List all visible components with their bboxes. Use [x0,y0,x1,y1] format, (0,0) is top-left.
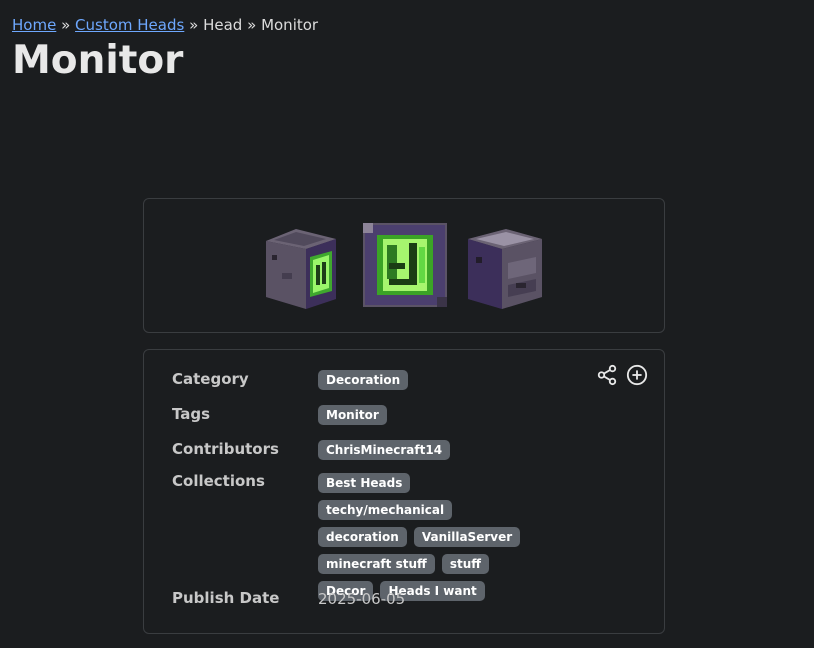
collections-value: Best Heads techy/mechanical decoration V… [318,471,528,606]
head-render-right [468,229,542,309]
publish-date-label: Publish Date [172,589,280,607]
breadcrumb-separator: » [247,16,257,34]
breadcrumb-home-link[interactable]: Home [12,16,56,34]
collection-badge[interactable]: techy/mechanical [318,500,453,520]
collection-badge[interactable]: minecraft stuff [318,554,435,574]
breadcrumb: Home » Custom Heads » Head » Monitor [12,16,318,34]
contributors-value: ChrisMinecraft14 [318,439,618,465]
head-preview-card [143,198,665,333]
breadcrumb-head: Head [203,16,243,34]
plus-circle-icon[interactable] [626,364,648,386]
head-render-front [363,223,447,307]
tags-label: Tags [172,405,211,423]
collection-badge[interactable]: stuff [441,554,489,574]
breadcrumb-current: Monitor [261,16,319,34]
breadcrumb-separator: » [61,16,71,34]
collection-badge[interactable]: Best Heads [318,473,411,493]
category-badge[interactable]: Decoration [318,370,409,390]
breadcrumb-separator: » [189,16,199,34]
contributor-badge[interactable]: ChrisMinecraft14 [318,440,451,460]
head-renders [144,223,664,309]
category-value: Decoration [318,369,618,395]
contributors-label: Contributors [172,440,279,458]
category-label: Category [172,370,249,388]
collection-badge[interactable]: VanillaServer [413,527,521,547]
head-details-card: Category Decoration Tags Monitor Contrib… [143,349,665,634]
publish-date-value: 2025-06-05 [318,589,618,608]
publish-date-text: 2025-06-05 [318,590,406,608]
collection-badge[interactable]: decoration [318,527,407,547]
head-render-left [266,229,336,309]
tags-value: Monitor [318,404,618,430]
collections-label: Collections [172,472,265,490]
tag-badge[interactable]: Monitor [318,405,387,425]
breadcrumb-custom-heads-link[interactable]: Custom Heads [75,16,184,34]
page-title: Monitor [12,38,184,83]
